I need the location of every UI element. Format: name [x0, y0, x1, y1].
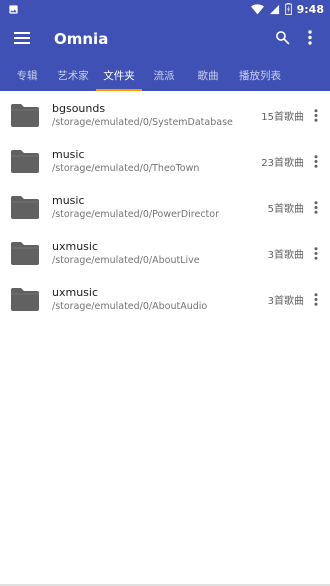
- status-bar: 9:48: [0, 0, 330, 18]
- folder-row[interactable]: uxmusic /storage/emulated/0/AboutLive 3首…: [0, 230, 330, 276]
- app-bar: Omnia: [0, 18, 330, 60]
- signal-icon: [269, 4, 280, 15]
- wifi-icon: [250, 3, 264, 15]
- tab-label: 专辑: [16, 70, 38, 82]
- song-count: 23首歌曲: [261, 157, 304, 169]
- search-icon: [275, 30, 290, 49]
- more-vert-icon[interactable]: [310, 243, 322, 263]
- folder-icon: [10, 240, 40, 266]
- folder-name: uxmusic: [52, 285, 99, 299]
- tab-genres[interactable]: 流派: [142, 60, 186, 91]
- song-count: 3首歌曲: [267, 295, 304, 307]
- song-count: 5首歌曲: [267, 203, 304, 215]
- folder-row[interactable]: music /storage/emulated/0/PowerDirector …: [0, 184, 330, 230]
- folder-name: uxmusic: [52, 239, 99, 253]
- folder-icon: [10, 286, 40, 312]
- song-count: 15首歌曲: [261, 111, 304, 123]
- folder-row[interactable]: bgsounds /storage/emulated/0/SystemDatab…: [0, 92, 330, 138]
- menu-icon: [14, 30, 30, 49]
- folder-path: /storage/emulated/0/PowerDirector: [52, 208, 220, 220]
- tab-playlists[interactable]: 播放列表: [230, 60, 290, 91]
- folder-name: bgsounds: [52, 101, 106, 115]
- image-notification-icon: [8, 4, 19, 15]
- folder-icon: [10, 148, 40, 174]
- status-bar-left: [8, 4, 19, 15]
- folder-path: /storage/emulated/0/AboutAudio: [52, 300, 208, 312]
- folder-name: music: [52, 193, 85, 207]
- tab-label: 文件夹: [103, 70, 135, 82]
- folder-icon: [10, 194, 40, 220]
- menu-button[interactable]: [13, 30, 31, 48]
- overflow-menu-button[interactable]: [296, 25, 324, 53]
- more-vert-icon[interactable]: [310, 151, 322, 171]
- app-title: Omnia: [54, 30, 109, 48]
- tab-albums[interactable]: 专辑: [4, 60, 50, 91]
- folder-icon: [10, 102, 40, 128]
- search-button[interactable]: [268, 25, 296, 53]
- tab-folders[interactable]: 文件夹: [96, 60, 142, 91]
- folder-path: /storage/emulated/0/AboutLive: [52, 254, 200, 266]
- tab-songs[interactable]: 歌曲: [186, 60, 230, 91]
- tab-label: 歌曲: [197, 70, 219, 82]
- more-vert-icon: [308, 29, 312, 49]
- more-vert-icon[interactable]: [310, 197, 322, 217]
- battery-icon: [284, 3, 292, 15]
- tab-label: 艺术家: [57, 70, 89, 82]
- more-vert-icon[interactable]: [310, 289, 322, 309]
- tab-label: 流派: [153, 70, 175, 82]
- status-time: 9:48: [296, 2, 324, 16]
- folder-name: music: [52, 147, 85, 161]
- folder-row[interactable]: uxmusic /storage/emulated/0/AboutAudio 3…: [0, 276, 330, 322]
- folder-list: bgsounds /storage/emulated/0/SystemDatab…: [0, 91, 330, 322]
- tab-bar: 专辑 艺术家 文件夹 流派 歌曲 播放列表: [0, 60, 330, 91]
- folder-row[interactable]: music /storage/emulated/0/TheoTown 23首歌曲: [0, 138, 330, 184]
- song-count: 3首歌曲: [267, 249, 304, 261]
- tab-artists[interactable]: 艺术家: [50, 60, 96, 91]
- more-vert-icon[interactable]: [310, 105, 322, 125]
- status-bar-right: 9:48: [250, 2, 324, 16]
- folder-path: /storage/emulated/0/TheoTown: [52, 162, 200, 174]
- tab-label: 播放列表: [239, 70, 281, 82]
- folder-path: /storage/emulated/0/SystemDatabase: [52, 116, 233, 128]
